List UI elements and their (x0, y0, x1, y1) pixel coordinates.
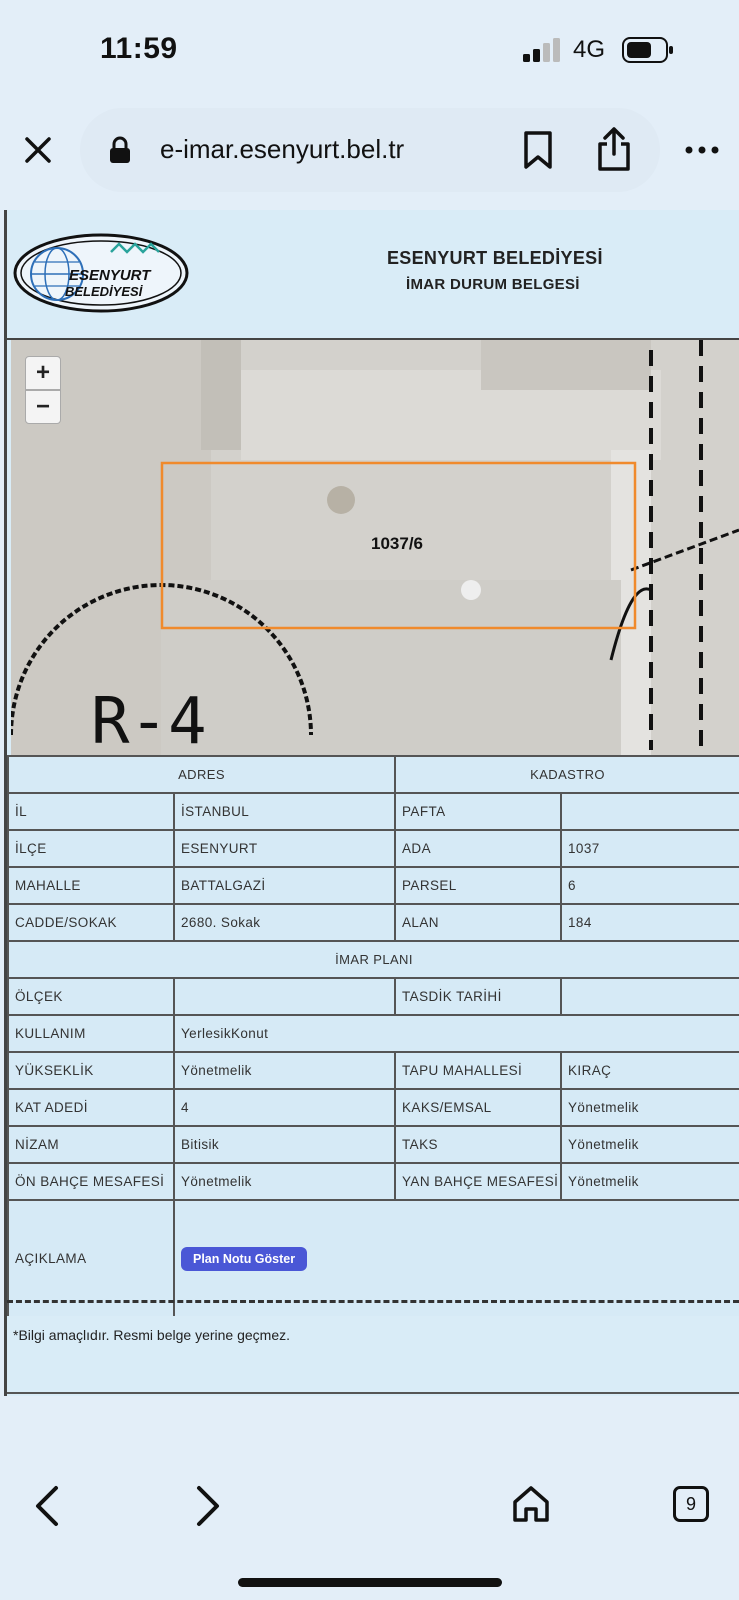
status-bar: 11:59 4G (0, 0, 739, 100)
row-value (172, 977, 397, 1016)
table-row: MAHALLE BATTALGAZİ PARSEL 6 (7, 866, 739, 905)
zoom-in-button[interactable]: + (25, 356, 61, 390)
table-row: ÖN BAHÇE MESAFESİ Yönetmelik YAN BAHÇE M… (7, 1162, 739, 1201)
row-value: İSTANBUL (172, 792, 397, 831)
page-title: ESENYURT BELEDİYESİ (387, 248, 603, 268)
row-label: İLÇE (7, 829, 175, 868)
row-label: KULLANIM (7, 1014, 175, 1053)
dashed-divider (7, 1300, 739, 1303)
row-label: PAFTA (394, 792, 563, 831)
row-value: Yönetmelik (560, 1088, 739, 1127)
row-label: ÖLÇEK (7, 977, 175, 1016)
forward-arrow-icon[interactable] (193, 1484, 223, 1528)
row-label: MAHALLE (7, 866, 175, 905)
table-row: ÖLÇEK TASDİK TARİHİ (7, 977, 739, 1016)
close-button[interactable] (18, 128, 58, 172)
table-row: İLÇE ESENYURT ADA 1037 (7, 829, 739, 868)
plan-notu-button[interactable]: Plan Notu Göster (181, 1246, 308, 1271)
lock-icon (110, 136, 130, 163)
battery-icon (622, 37, 673, 63)
row-value: Yönetmelik (560, 1162, 739, 1201)
row-value: 1037 (560, 829, 739, 868)
row-value: Yönetmelik (172, 1162, 397, 1201)
row-value: Yönetmelik (172, 1051, 397, 1090)
zoom-out-button[interactable]: − (25, 390, 61, 424)
row-label: TAKS (394, 1125, 563, 1164)
kadastro-header: KADASTRO (394, 755, 739, 794)
back-arrow-icon[interactable] (32, 1484, 62, 1528)
row-label: YAN BAHÇE MESAFESİ (394, 1162, 563, 1201)
row-label: KAKS/EMSAL (394, 1088, 563, 1127)
row-value: BATTALGAZİ (172, 866, 397, 905)
table-row: KULLANIM YerlesikKonut (7, 1014, 739, 1053)
url-text[interactable]: e-imar.esenyurt.bel.tr (160, 134, 404, 165)
row-value: KIRAÇ (560, 1051, 739, 1090)
document-header: ESENYURT BELEDİYESİ ESENYURT BELEDİYESİ … (7, 210, 739, 340)
row-label: YÜKSEKLİK (7, 1051, 175, 1090)
row-value: ESENYURT (172, 829, 397, 868)
row-label: TAPU MAHALLESİ (394, 1051, 563, 1090)
row-label: PARSEL (394, 866, 563, 905)
share-icon[interactable] (596, 126, 632, 172)
adres-header: ADRES (7, 755, 397, 794)
parcel-map[interactable]: R-4 + − 1037/6 (11, 340, 739, 755)
aciklama-row: AÇIKLAMA Plan Notu Göster (7, 1199, 739, 1316)
row-value: Yönetmelik (560, 1125, 739, 1164)
row-value: 2680. Sokak (172, 903, 397, 942)
row-label: ALAN (394, 903, 563, 942)
imar-document: ESENYURT BELEDİYESİ ESENYURT BELEDİYESİ … (4, 210, 739, 1396)
table-row: CADDE/SOKAK 2680. Sokak ALAN 184 (7, 903, 739, 942)
logo-text-2: BELEDİYESİ (65, 284, 144, 299)
imar-header-row: İMAR PLANI (7, 940, 739, 979)
row-value: 6 (560, 866, 739, 905)
page-bottom-border (7, 1392, 739, 1394)
row-value: YerlesikKonut (172, 1014, 739, 1053)
signal-strength-icon (523, 38, 560, 62)
esenyurt-logo: ESENYURT BELEDİYESİ (13, 233, 189, 313)
imar-plani-header: İMAR PLANI (7, 940, 739, 979)
row-label: KAT ADEDİ (7, 1088, 175, 1127)
tabs-button[interactable]: 9 (673, 1486, 709, 1522)
aciklama-label: AÇIKLAMA (7, 1199, 175, 1316)
info-table: ADRES KADASTRO İL İSTANBUL PAFTA İLÇE ES… (7, 755, 739, 1316)
row-value: Bitisik (172, 1125, 397, 1164)
parcel-label: 1037/6 (371, 534, 423, 553)
row-label: NİZAM (7, 1125, 175, 1164)
status-time: 11:59 (100, 32, 178, 65)
close-icon (25, 137, 51, 163)
logo-text-1: ESENYURT (69, 267, 152, 284)
browser-toolbar: 9 (0, 1460, 739, 1560)
zone-label: R-4 (91, 685, 207, 755)
network-type: 4G (573, 36, 606, 63)
disclaimer-note: *Bilgi amaçlıdır. Resmi belge yerine geç… (13, 1327, 291, 1343)
row-value: 184 (560, 903, 739, 942)
home-indicator (238, 1578, 502, 1587)
table-row: İL İSTANBUL PAFTA (7, 792, 739, 831)
aciklama-value: Plan Notu Göster (172, 1199, 739, 1316)
row-label: TASDİK TARİHİ (394, 977, 563, 1016)
row-label: CADDE/SOKAK (7, 903, 175, 942)
table-header-row: ADRES KADASTRO (7, 755, 739, 794)
table-row: NİZAM Bitisik TAKS Yönetmelik (7, 1125, 739, 1164)
browser-url-bar: e-imar.esenyurt.bel.tr (0, 100, 739, 200)
table-row: YÜKSEKLİK Yönetmelik TAPU MAHALLESİ KIRA… (7, 1051, 739, 1090)
table-row: KAT ADEDİ 4 KAKS/EMSAL Yönetmelik (7, 1088, 739, 1127)
row-label: ÖN BAHÇE MESAFESİ (7, 1162, 175, 1201)
row-value (560, 792, 739, 831)
page-subtitle: İMAR DURUM BELGESİ (406, 276, 580, 293)
bookmark-icon[interactable] (522, 130, 554, 170)
home-icon[interactable] (511, 1484, 551, 1524)
row-value (560, 977, 739, 1016)
row-label: ADA (394, 829, 563, 868)
row-value: 4 (172, 1088, 397, 1127)
more-options-icon[interactable] (684, 138, 720, 162)
row-label: İL (7, 792, 175, 831)
